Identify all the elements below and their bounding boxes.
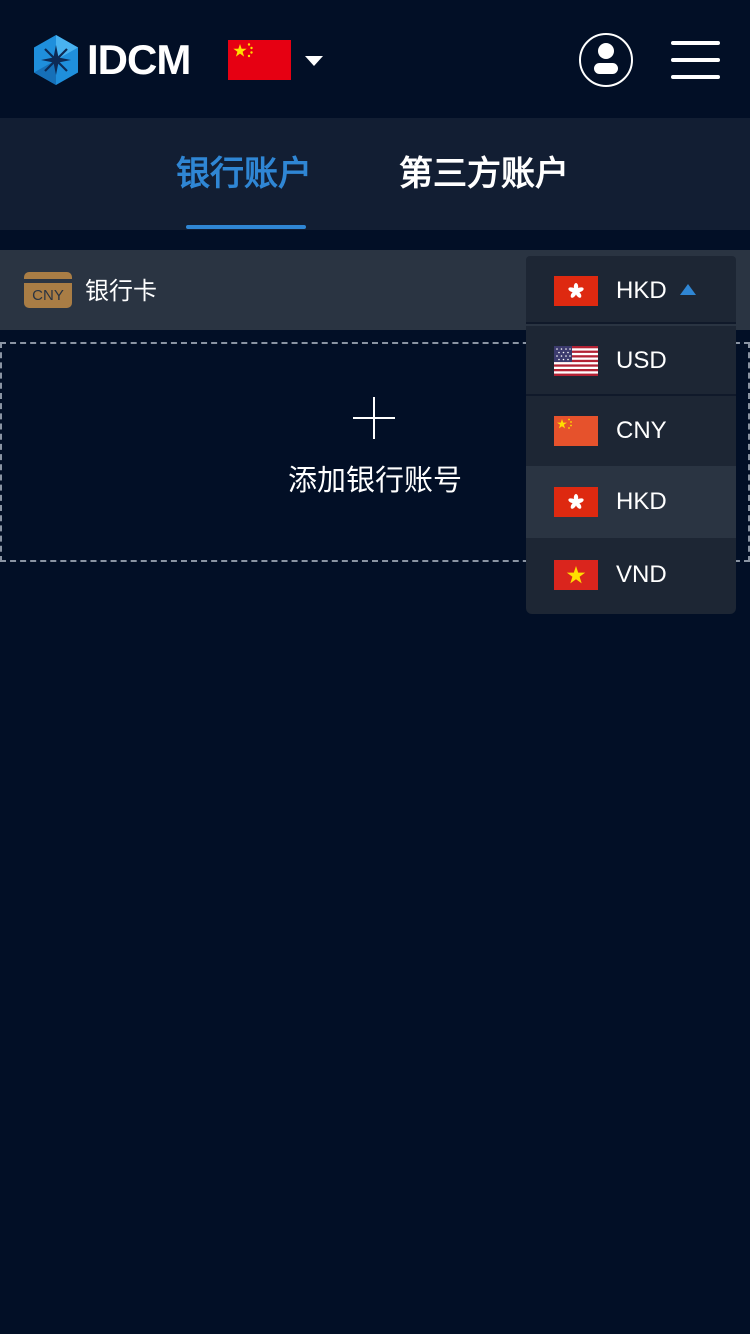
bank-card-icon: CNY xyxy=(24,272,72,308)
bank-card-label: 银行卡 xyxy=(85,277,157,305)
hong-kong-flag-icon xyxy=(554,487,598,517)
card-currency-code: CNY xyxy=(32,287,64,304)
plus-icon[interactable] xyxy=(353,397,395,439)
currency-select[interactable]: HKD xyxy=(526,256,736,324)
currency-code-vnd: VND xyxy=(616,561,667,588)
chevron-up-icon xyxy=(680,284,696,295)
idcm-logo-icon xyxy=(34,35,78,85)
currency-code-hkd: HKD xyxy=(616,488,667,515)
user-account-button[interactable] xyxy=(579,33,633,87)
idcm-logo[interactable]: IDCM xyxy=(33,34,191,86)
currency-options-menu: USD CNY HKD VND xyxy=(526,326,736,614)
tab-bank-account[interactable]: 银行账户 xyxy=(176,154,312,194)
hong-kong-flag-icon xyxy=(554,276,598,306)
currency-code-usd: USD xyxy=(616,347,667,374)
currency-option-usd[interactable]: USD xyxy=(526,326,736,396)
selected-currency-code: HKD xyxy=(616,277,667,304)
vietnam-flag-icon xyxy=(554,560,598,590)
currency-option-cny[interactable]: CNY xyxy=(526,396,736,466)
china-flag-icon[interactable] xyxy=(228,40,291,80)
user-avatar-icon xyxy=(594,43,618,74)
currency-code-cny: CNY xyxy=(616,417,667,444)
china-flag-icon xyxy=(554,416,598,446)
currency-option-vnd[interactable]: VND xyxy=(526,538,736,614)
top-bar: IDCM xyxy=(0,0,750,118)
currency-option-hkd[interactable]: HKD xyxy=(526,466,736,538)
account-type-tabs: 银行账户 第三方账户 xyxy=(0,118,750,230)
active-tab-indicator xyxy=(186,225,306,229)
hamburger-menu-icon[interactable] xyxy=(671,41,720,79)
logo-text: IDCM xyxy=(87,36,191,83)
chevron-down-icon[interactable] xyxy=(305,55,323,67)
usa-flag-icon xyxy=(554,346,598,376)
tab-third-party-account[interactable]: 第三方账户 xyxy=(399,154,569,194)
